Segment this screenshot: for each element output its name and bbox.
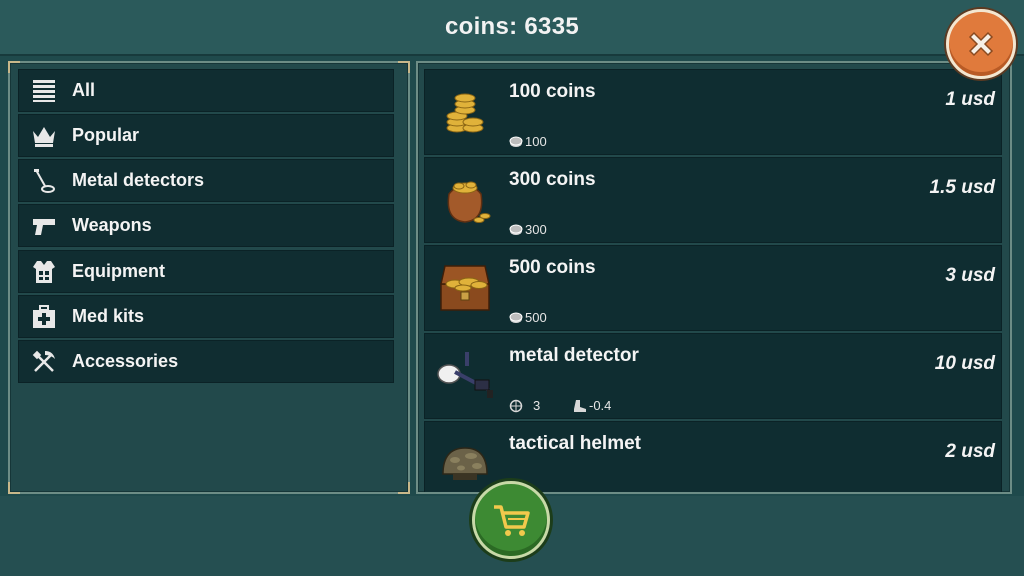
crown-icon <box>29 121 59 151</box>
shop-items-panel: 100 coins 1 usd 100 300 coins 1.5 usd 30… <box>416 61 1012 494</box>
category-weapons[interactable]: Weapons <box>18 204 394 247</box>
item-speed-stat: -0.4 <box>573 398 611 413</box>
close-button[interactable] <box>946 9 1016 79</box>
item-coin-stat: 300 <box>509 222 547 237</box>
category-label: Metal detectors <box>72 170 205 190</box>
category-metal-detectors[interactable]: Metal detectors <box>18 159 394 202</box>
item-name: 500 coins <box>509 257 596 278</box>
shop-item-100-coins[interactable]: 100 coins 1 usd 100 <box>424 69 1002 155</box>
item-price[interactable]: 1.5 usd <box>930 177 995 199</box>
shop-item-500-coins[interactable]: 500 coins 3 usd 500 <box>424 245 1002 331</box>
boot-icon <box>574 399 586 412</box>
category-label: All <box>72 80 96 100</box>
category-panel: All Popular Metal detectors Weapons Equi… <box>8 61 410 494</box>
item-name: tactical helmet <box>509 433 641 454</box>
pick-shovel-icon <box>29 347 59 377</box>
category-all[interactable]: All <box>18 69 394 112</box>
item-coin-value: 500 <box>525 310 547 325</box>
item-price[interactable]: 3 usd <box>945 265 995 287</box>
shop-item-300-coins[interactable]: 300 coins 1.5 usd 300 <box>424 157 1002 243</box>
category-label: Weapons <box>72 215 152 235</box>
item-coin-stat: 500 <box>509 310 547 325</box>
coin-bag-icon <box>435 170 495 230</box>
coins-balance: coins: 6335 <box>444 13 580 40</box>
coin-stack-icon <box>435 82 495 142</box>
category-label: Equipment <box>72 261 165 281</box>
item-coin-stat: 100 <box>509 134 547 149</box>
category-med-kits[interactable]: Med kits <box>18 295 394 338</box>
metal-detector-icon <box>29 166 59 196</box>
item-range-stat: 3 <box>509 398 540 413</box>
cart-button[interactable] <box>472 481 550 559</box>
treasure-chest-icon <box>435 258 495 318</box>
item-coin-value: 300 <box>525 222 547 237</box>
category-label: Accessories <box>72 351 179 371</box>
pistol-icon <box>29 211 59 241</box>
list-icon <box>29 76 59 106</box>
item-price[interactable]: 1 usd <box>945 89 995 111</box>
category-label: Med kits <box>72 306 145 326</box>
item-name: 100 coins <box>509 81 596 102</box>
item-range-value: 3 <box>533 398 541 413</box>
category-equipment[interactable]: Equipment <box>18 250 394 293</box>
vest-icon <box>29 257 59 287</box>
item-coin-value: 100 <box>525 134 547 149</box>
helmet-icon <box>435 434 495 492</box>
item-speed-value: -0.4 <box>589 398 612 413</box>
coin-icon <box>509 312 523 323</box>
category-accessories[interactable]: Accessories <box>18 340 394 383</box>
item-name: 300 coins <box>509 169 596 190</box>
coin-icon <box>509 136 523 147</box>
close-icon <box>968 31 994 57</box>
item-price[interactable]: 10 usd <box>935 353 995 375</box>
item-name: metal detector <box>509 345 639 366</box>
item-price[interactable]: 2 usd <box>945 441 995 463</box>
medkit-icon <box>29 302 59 332</box>
shop-item-metal-detector[interactable]: metal detector 10 usd 3 -0.4 <box>424 333 1002 419</box>
crosshair-icon <box>509 399 523 412</box>
shopping-cart-icon <box>494 505 530 536</box>
coin-icon <box>509 224 523 235</box>
top-bar: coins: 6335 <box>0 0 1024 56</box>
metal-detector-icon <box>435 346 495 406</box>
category-popular[interactable]: Popular <box>18 114 394 157</box>
category-label: Popular <box>72 125 140 145</box>
